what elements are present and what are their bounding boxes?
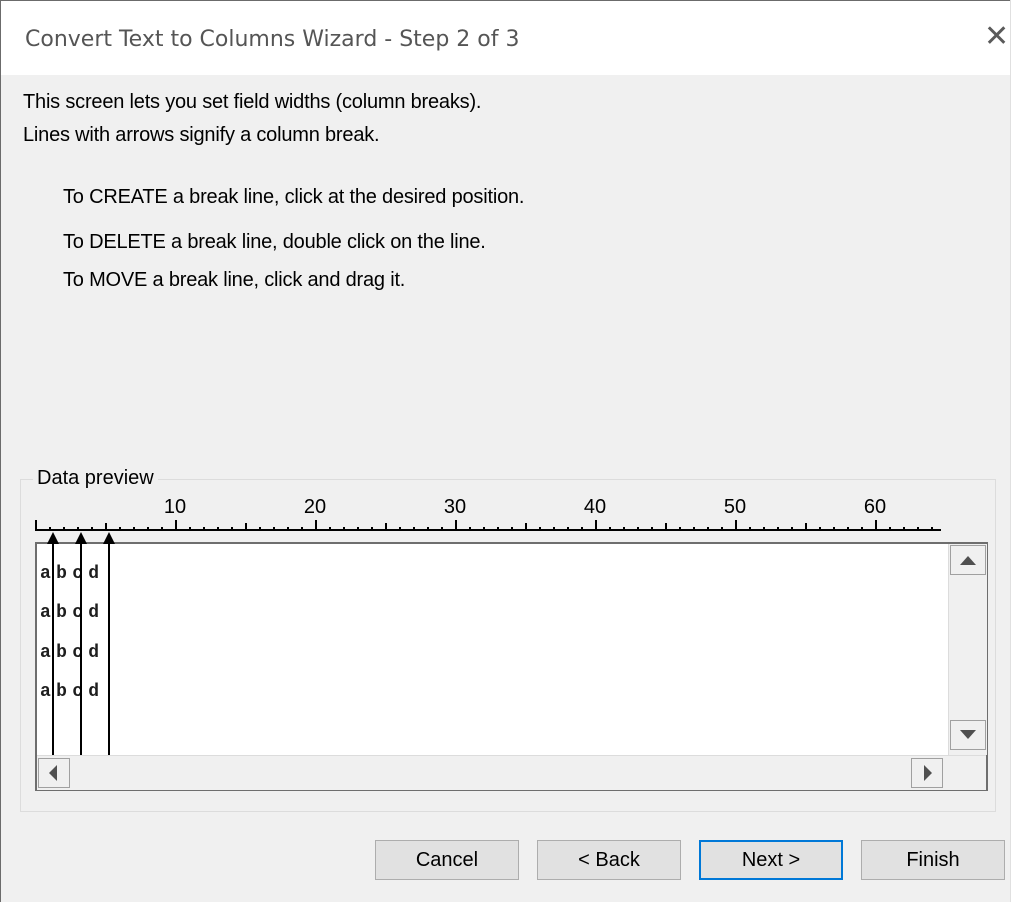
preview-row-2: abcd xyxy=(40,603,105,623)
ruler-number-50: 50 xyxy=(723,496,747,518)
next-button[interactable]: Next > xyxy=(699,840,843,880)
preview-row-1: abcd xyxy=(40,564,105,584)
ruler-number-60: 60 xyxy=(863,496,887,518)
scroll-down-button[interactable] xyxy=(950,720,986,750)
scroll-down-arrow-icon xyxy=(960,730,976,739)
column-break-line[interactable] xyxy=(108,544,110,755)
intro-line-2: Lines with arrows signify a column break… xyxy=(23,124,380,146)
wizard-dialog: Convert Text to Columns Wizard - Step 2 … xyxy=(0,0,1011,902)
instruction-create: To CREATE a break line, click at the des… xyxy=(63,186,525,208)
column-break-arrow-icon[interactable] xyxy=(103,532,115,544)
column-break-line[interactable] xyxy=(52,544,54,755)
finish-button[interactable]: Finish xyxy=(861,840,1005,880)
scroll-left-button[interactable] xyxy=(38,758,70,788)
column-break-line[interactable] xyxy=(80,544,82,755)
data-preview-text[interactable]: abcd abcd abcd abcd xyxy=(37,544,947,755)
scroll-right-arrow-icon xyxy=(924,765,932,781)
intro-line-1: This screen lets you set field widths (c… xyxy=(23,91,482,113)
vertical-scrollbar[interactable] xyxy=(948,544,987,755)
horizontal-scrollbar[interactable] xyxy=(37,755,986,790)
data-preview-label: Data preview xyxy=(33,467,158,490)
instruction-move: To MOVE a break line, click and drag it. xyxy=(63,269,406,291)
ruler-number-40: 40 xyxy=(583,496,607,518)
column-break-arrow-icon[interactable] xyxy=(75,532,87,544)
instruction-delete: To DELETE a break line, double click on … xyxy=(63,231,486,253)
column-ruler[interactable]: 10 20 30 40 50 60 xyxy=(35,496,941,534)
scroll-up-arrow-icon xyxy=(960,556,976,565)
preview-row-4: abcd xyxy=(40,682,105,702)
data-preview-box[interactable]: abcd abcd abcd abcd xyxy=(35,532,988,791)
window-title: Convert Text to Columns Wizard - Step 2 … xyxy=(25,27,520,52)
scroll-left-arrow-icon xyxy=(49,765,57,781)
ruler-number-10: 10 xyxy=(163,496,187,518)
close-icon[interactable]: ✕ xyxy=(984,22,1009,52)
back-button[interactable]: < Back xyxy=(537,840,681,880)
ruler-number-30: 30 xyxy=(443,496,467,518)
cancel-button[interactable]: Cancel xyxy=(375,840,519,880)
ruler-number-20: 20 xyxy=(303,496,327,518)
scroll-right-button[interactable] xyxy=(911,758,943,788)
preview-row-3: abcd xyxy=(40,643,105,663)
column-break-arrow-icon[interactable] xyxy=(47,532,59,544)
title-bar: Convert Text to Columns Wizard - Step 2 … xyxy=(1,0,1010,75)
scroll-up-button[interactable] xyxy=(950,545,986,575)
